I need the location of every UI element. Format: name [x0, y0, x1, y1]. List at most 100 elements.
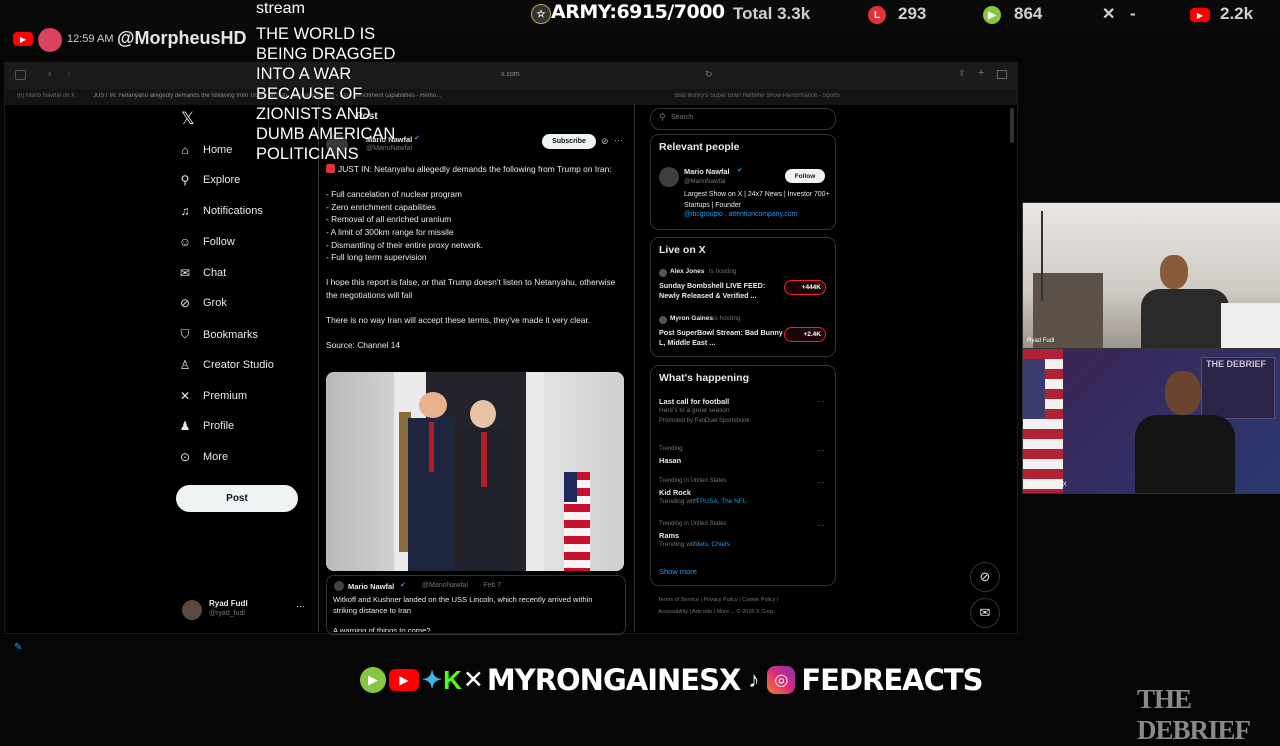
- scrollbar[interactable]: [1010, 108, 1014, 143]
- new-tab-icon[interactable]: +: [978, 67, 984, 79]
- address-bar[interactable]: x.com: [501, 71, 520, 78]
- trend-name[interactable]: Kid Rock: [659, 488, 691, 497]
- sidebar-item-creator-studio[interactable]: ♙ Creator Studio: [178, 358, 274, 372]
- sidebar-item-more[interactable]: ⊙ More: [178, 450, 228, 464]
- grok-icon: ⊘: [179, 296, 191, 310]
- grok-explain-icon[interactable]: ⊘: [601, 136, 609, 147]
- trend-links[interactable]: TPUSA, The NFL: [696, 498, 746, 505]
- red-tie-2: [481, 432, 487, 487]
- clock: 12:59 AM: [67, 33, 114, 45]
- live-host-name[interactable]: Myron Gaines: [670, 315, 713, 322]
- subscribe-button[interactable]: Subscribe: [542, 134, 596, 149]
- live-on-x-card: Live on X Alex Jones is hosting Sunday Bom…: [650, 237, 836, 357]
- x-logo-icon[interactable]: 𝕏: [181, 109, 195, 129]
- live-host-name[interactable]: Alex Jones: [670, 268, 704, 275]
- trend-sub: Here's to a great season: [659, 407, 730, 414]
- tab-mario[interactable]: (6) Mario Nawfal on X: [17, 93, 92, 99]
- trend-more-icon[interactable]: ···: [817, 446, 825, 455]
- reload-icon[interactable]: ↻: [705, 69, 713, 80]
- army-goal: ARMY:6915/7000: [551, 1, 725, 23]
- tab-bad-bunny[interactable]: Bad Bunny's Super Bowl Halftime Show Per…: [675, 93, 885, 99]
- trend-context: Trending in United States: [659, 478, 727, 484]
- show-more-link[interactable]: Show more: [659, 567, 697, 576]
- creator-icon: ♙: [179, 358, 191, 372]
- footer-links-1[interactable]: Terms of Service | Privacy Policy | Cook…: [658, 597, 778, 603]
- live-title[interactable]: Sunday Bombshell LIVE FEED: Newly Releas…: [659, 281, 783, 301]
- trend-promoted: Promoted by FanDuel Sportsbook: [659, 418, 750, 424]
- post-button[interactable]: Post: [176, 485, 298, 512]
- avatar: [38, 28, 62, 52]
- sidebar-item-follow[interactable]: ☺ Follow: [178, 235, 235, 249]
- search-icon: ⚲: [180, 173, 190, 187]
- youtube-count-icon: ▶: [1190, 8, 1210, 22]
- red-tie: [429, 422, 434, 472]
- debrief-logo: THE DEBRIEF: [1137, 684, 1251, 745]
- follow-button[interactable]: Follow: [785, 169, 825, 183]
- youtube-count: 2.2k: [1220, 4, 1254, 23]
- trend-more-icon[interactable]: ···: [817, 397, 825, 406]
- sidebar-item-label: Chat: [203, 267, 227, 279]
- person-bio: Largest Show on X | 24x7 News | Investor…: [684, 191, 830, 209]
- live-title[interactable]: Post SuperBowl Stream: Bad Bunny L, Midd…: [659, 328, 783, 348]
- person-head-2: [470, 400, 496, 428]
- live-listener-count[interactable]: +2.4K: [784, 327, 826, 342]
- sidebar-item-grok[interactable]: ⊘ Grok: [178, 296, 227, 310]
- messages-float-icon[interactable]: ✉: [970, 598, 1000, 628]
- forward-icon[interactable]: ›: [67, 68, 71, 80]
- sidebar-item-premium[interactable]: ✕ Premium: [178, 389, 247, 403]
- trend-name[interactable]: Hasan: [659, 456, 681, 465]
- sidebar-item-home[interactable]: ⌂ Home: [178, 143, 232, 157]
- tab-overview-icon[interactable]: [997, 70, 1007, 79]
- grok-float-icon[interactable]: ⊘: [970, 562, 1000, 592]
- sidebar-item-label: Premium: [203, 390, 248, 402]
- webcam-top: Ryad Fudl: [1022, 202, 1280, 350]
- sidebar-item-label: Grok: [203, 297, 227, 309]
- person-name[interactable]: Mario Nawfal: [684, 167, 730, 176]
- stream-top-bar: ▶ 12:59 AM @MorpheusHD stream ☆ ARMY:691…: [0, 0, 1280, 52]
- quoted-text-2: A warning of things to come?: [333, 626, 431, 632]
- social-banner: ▶ ▶ ✦ K ✕ MYRONGAINESX ♪ ◎ FEDREACTS: [360, 660, 1020, 700]
- red-count: 293: [898, 4, 927, 23]
- tiktok-logo-icon: ♪: [748, 667, 760, 692]
- share-icon[interactable]: ⇪: [958, 68, 966, 79]
- footer-links-2[interactable]: Accessibility | Ads info | More ... © 20…: [658, 609, 775, 615]
- trend-name[interactable]: Last call for football: [659, 397, 729, 406]
- sidebar-item-label: Profile: [203, 420, 235, 432]
- sidebar-item-profile[interactable]: ♟ Profile: [178, 419, 235, 433]
- sidebar-item-label: Bookmarks: [203, 328, 259, 341]
- account-handle: @ryad_fudl: [209, 610, 245, 617]
- twitch-logo-icon: ✦: [422, 666, 443, 694]
- sidebar-item-chat[interactable]: ✉ Chat: [178, 266, 226, 280]
- bell-icon: ♫: [180, 204, 190, 218]
- sidebar-item-label: Follow: [203, 236, 235, 248]
- x-icon: ✕: [179, 389, 191, 403]
- banner-handle-2: FEDREACTS: [801, 663, 983, 697]
- sidebar-item-notifications[interactable]: ♫ Notifications: [178, 204, 263, 218]
- sidebar-item-label: Creator Studio: [203, 359, 274, 371]
- quoted-date: · Feb 7: [479, 582, 502, 589]
- search-icon: ⚲: [659, 112, 666, 122]
- sidebar-toggle-icon[interactable]: [15, 70, 26, 80]
- overlay-title: stream: [256, 0, 305, 17]
- stream-handle: @MorpheusHD: [117, 28, 247, 48]
- trend-more-icon[interactable]: ···: [817, 521, 825, 530]
- post-more-icon[interactable]: ···: [614, 135, 623, 145]
- account-more-icon[interactable]: ···: [296, 601, 305, 611]
- trend-name[interactable]: Rams: [659, 531, 679, 540]
- person-handle: @MarioNawfal: [684, 178, 726, 185]
- sidebar-item-explore[interactable]: ⚲ Explore: [178, 173, 241, 187]
- edit-icon[interactable]: ✎: [14, 642, 22, 653]
- back-icon[interactable]: ‹: [48, 68, 52, 80]
- person-links[interactable]: @ibcgroupio , attentioncompany.com: [684, 211, 797, 218]
- trend-more-icon[interactable]: ···: [817, 478, 825, 487]
- webcam-bottom: THE DEBRIEF MyronGainesX: [1022, 348, 1280, 494]
- live-listener-count[interactable]: +444K: [784, 280, 826, 295]
- trend-links[interactable]: Jets, Chiefs: [696, 541, 730, 548]
- person-avatar[interactable]: [659, 167, 679, 187]
- search-input[interactable]: ⚲ Search: [650, 108, 836, 130]
- post-image[interactable]: [326, 372, 624, 571]
- account-avatar[interactable]: [182, 600, 202, 620]
- rumble-count: 864: [1014, 4, 1043, 23]
- sidebar-item-bookmarks[interactable]: ⛉ Bookmarks: [178, 327, 258, 342]
- sidebar-item-label: Home: [203, 144, 233, 156]
